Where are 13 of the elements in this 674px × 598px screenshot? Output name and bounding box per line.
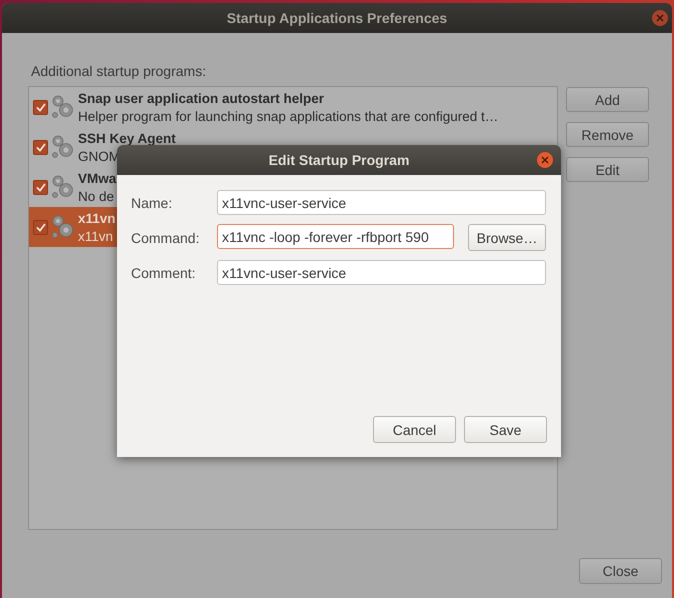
dialog-title: Edit Startup Program [268, 152, 410, 168]
window-title: Startup Applications Preferences [226, 10, 448, 26]
program-name: SSH Key Agent [78, 130, 176, 148]
program-description: Helper program for launching snap applications that are configured t… [78, 108, 498, 124]
field-label: Command: [131, 230, 200, 246]
program-name: Snap user application autostart helper [78, 90, 324, 108]
program-description: x11vn [78, 228, 114, 244]
field-label: Name: [131, 194, 174, 210]
section-heading: Additional startup programs: [31, 63, 208, 81]
program-name: x11vn [78, 210, 116, 228]
field-label: Comment: [131, 264, 197, 280]
program-name: VMwa [78, 170, 116, 188]
program-description: No de [78, 188, 114, 204]
